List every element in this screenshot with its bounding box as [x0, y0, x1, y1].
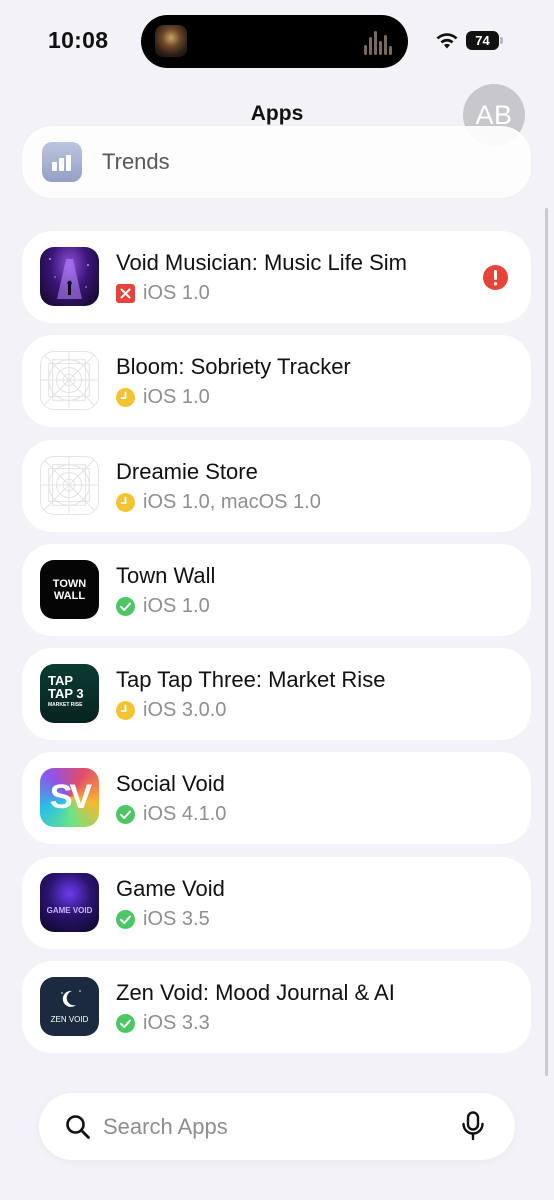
app-name: Void Musician: Music Life Sim [116, 250, 407, 275]
app-version: iOS 4.1.0 [143, 803, 227, 826]
game-void-app-icon: GAME VOID [40, 872, 99, 932]
tap-tap-icon-title: TAP TAP 3 [48, 673, 84, 702]
list-item-zen-void[interactable]: ZEN VOID Zen Void: Mood Journal & AI iOS… [22, 961, 531, 1054]
social-void-app-icon: SV [40, 768, 99, 828]
app-version: iOS 1.0 [143, 282, 210, 304]
app-version: iOS 1.0 [143, 386, 210, 409]
zen-void-icon-label: ZEN VOID [50, 1015, 89, 1025]
list-item-town-wall[interactable]: TOWN WALL Town Wall iOS 1.0 [22, 543, 531, 636]
app-name: Zen Void: Mood Journal & AI [116, 980, 395, 1006]
microphone-icon[interactable] [459, 1111, 487, 1141]
app-name: Dreamie Store [116, 458, 258, 484]
pending-clock-icon [116, 701, 135, 721]
now-playing-artwork [155, 25, 187, 57]
list-item-tap-tap-three[interactable]: TAP TAP 3 MARKET RISE Tap Tap Three: Mar… [22, 648, 531, 741]
app-status: iOS 1.0, macOS 1.0 [116, 491, 321, 514]
status-bar: 10:08 74 [0, 0, 554, 80]
app-status: iOS 3.0.0 [116, 699, 226, 722]
app-list: Void Musician: Music Life Sim iOS 1.0 Bl… [22, 231, 531, 1065]
bar-chart-icon [42, 142, 82, 182]
trends-button[interactable]: Trends [22, 126, 531, 198]
pending-clock-icon [116, 492, 135, 512]
app-status: iOS 3.3 [116, 1012, 210, 1035]
list-item-void-musician[interactable]: Void Musician: Music Life Sim iOS 1.0 [22, 231, 531, 323]
zen-void-app-icon: ZEN VOID [40, 977, 99, 1037]
alert-exclamation-icon[interactable] [483, 265, 508, 290]
app-name: Bloom: Sobriety Tracker [116, 354, 351, 380]
list-item-dreamie-store[interactable]: Dreamie Store iOS 1.0, macOS 1.0 [22, 439, 531, 532]
scrollbar[interactable] [545, 208, 548, 1076]
void-musician-app-icon [40, 247, 99, 306]
rejected-x-icon [116, 284, 135, 303]
search-input[interactable] [103, 1109, 443, 1145]
app-status: iOS 1.0 [116, 282, 210, 305]
app-status: iOS 3.5 [116, 908, 210, 931]
app-version: iOS 3.3 [143, 1012, 210, 1035]
app-status: iOS 4.1.0 [116, 803, 226, 826]
audio-waveform-icon [364, 29, 394, 55]
list-item-game-void[interactable]: GAME VOID Game Void iOS 3.5 [22, 856, 531, 949]
status-time: 10:08 [48, 27, 109, 53]
town-wall-app-icon: TOWN WALL [40, 559, 99, 619]
list-item-social-void[interactable]: SV Social Void iOS 4.1.0 [22, 752, 531, 845]
app-status: iOS 1.0 [116, 386, 210, 409]
search-bar[interactable] [39, 1093, 515, 1160]
dynamic-island[interactable] [141, 15, 408, 68]
battery-level: 74 [466, 31, 499, 50]
battery-indicator: 74 [466, 31, 503, 50]
trends-label: Trends [102, 149, 170, 174]
search-icon [66, 1115, 90, 1139]
app-version: iOS 1.0, macOS 1.0 [143, 490, 321, 513]
tap-tap-three-app-icon: TAP TAP 3 MARKET RISE [40, 664, 99, 724]
app-name: Social Void [116, 771, 225, 797]
wifi-icon [436, 33, 458, 49]
app-version: iOS 1.0 [143, 594, 210, 617]
placeholder-app-icon [40, 351, 99, 411]
approved-check-icon [116, 805, 135, 825]
approved-check-icon [116, 1014, 135, 1034]
pending-clock-icon [116, 388, 135, 408]
approved-check-icon [116, 909, 135, 929]
app-version: iOS 3.0.0 [143, 699, 227, 722]
placeholder-app-icon [40, 455, 99, 515]
tap-tap-icon-subtitle: MARKET RISE [48, 702, 83, 709]
app-name: Tap Tap Three: Market Rise [116, 667, 386, 693]
app-name: Town Wall [116, 562, 216, 588]
app-name: Game Void [116, 875, 225, 901]
approved-check-icon [116, 596, 135, 616]
app-version: iOS 3.5 [143, 907, 210, 930]
app-status: iOS 1.0 [116, 595, 210, 618]
list-item-bloom[interactable]: Bloom: Sobriety Tracker iOS 1.0 [22, 335, 531, 428]
